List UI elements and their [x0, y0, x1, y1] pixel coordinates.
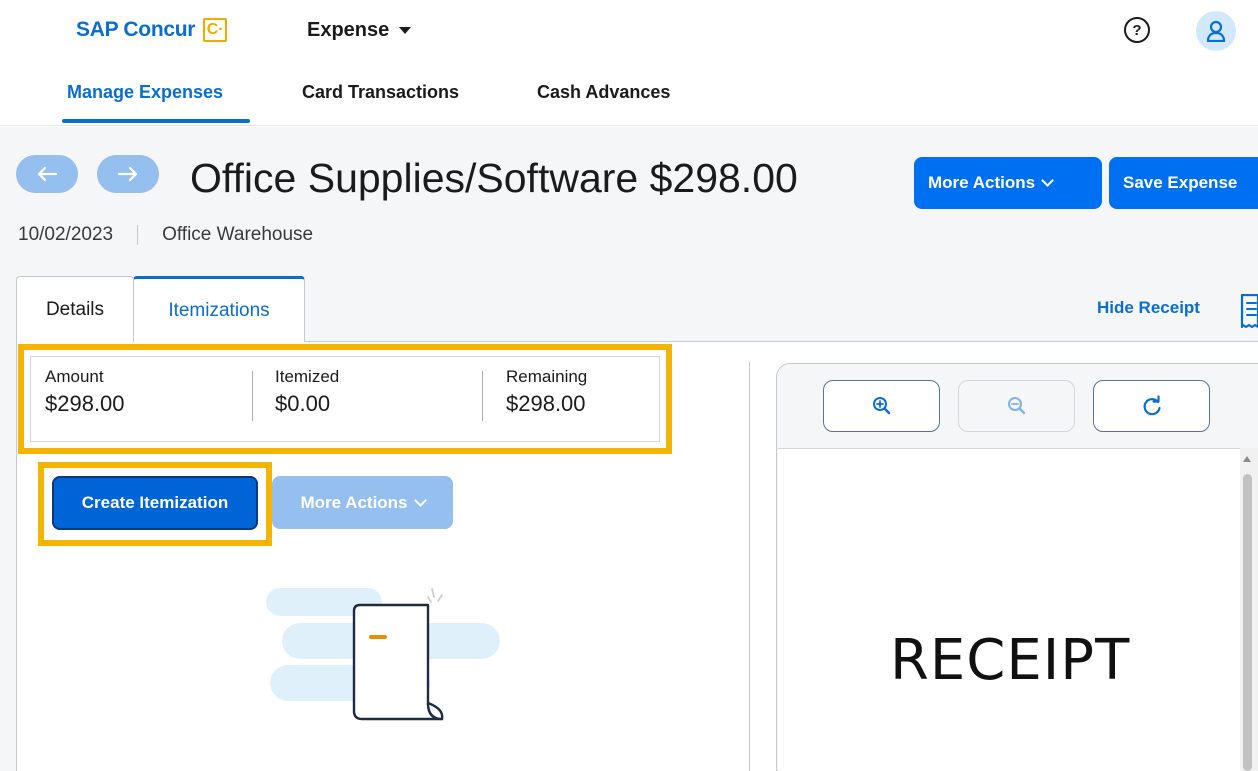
remaining-value: $298.00 [506, 391, 586, 416]
amount-column: Amount $298.00 [45, 367, 125, 417]
tab-manage-expenses[interactable]: Manage Expenses [67, 82, 223, 103]
itemized-label: Itemized [275, 367, 340, 386]
itemization-more-actions-button[interactable]: More Actions [272, 476, 453, 529]
app-window: SAP Concur C· Expense ? Manage Expenses … [0, 0, 1258, 771]
remaining-column: Remaining $298.00 [506, 367, 587, 417]
tab-card-transactions[interactable]: Card Transactions [302, 82, 459, 103]
zoom-out-icon [1007, 397, 1025, 415]
brand-name: SAP Concur [76, 18, 196, 41]
expense-date: 10/02/2023 [18, 224, 114, 245]
tab-cash-advances[interactable]: Cash Advances [537, 82, 670, 103]
itemized-column: Itemized $0.00 [275, 367, 339, 417]
more-actions-label: More Actions [928, 173, 1036, 192]
scrollbar-thumb[interactable] [1243, 474, 1252, 771]
rotate-button[interactable] [1093, 380, 1210, 432]
receipt-image-text: RECEIPT [890, 628, 1131, 693]
concur-mark-icon: C· [203, 18, 228, 42]
page-title: Office Supplies/Software $298.00 [190, 155, 798, 201]
zoom-out-button[interactable] [958, 380, 1075, 432]
receipt-image [778, 448, 1242, 771]
tab-details[interactable]: Details [16, 276, 134, 342]
active-tab-indicator [62, 119, 250, 123]
meta-divider [137, 224, 139, 245]
tab-itemizations[interactable]: Itemizations [133, 276, 305, 342]
panel-splitter[interactable] [749, 362, 750, 771]
expense-meta: 10/02/2023 Office Warehouse [18, 224, 313, 246]
save-expense-button[interactable]: Save Expense [1109, 157, 1258, 209]
arrow-right-icon [117, 166, 138, 182]
zoom-in-button[interactable] [823, 380, 940, 432]
arrow-left-icon [37, 166, 58, 182]
help-circle-icon[interactable]: ? [1124, 17, 1150, 43]
app-switcher-label: Expense [307, 19, 390, 41]
avatar[interactable] [1196, 11, 1236, 51]
chevron-down-icon [1041, 174, 1054, 187]
next-expense-button[interactable] [97, 155, 159, 193]
create-itemization-button[interactable]: Create Itemization [52, 476, 258, 530]
hide-receipt-link[interactable]: Hide Receipt [1097, 298, 1200, 318]
user-icon [1206, 20, 1226, 42]
itemization-summary: Amount $298.00 Itemized $0.00 Remaining … [18, 344, 672, 454]
sap-concur-logo[interactable]: SAP Concur C· [76, 18, 228, 42]
receipt-icon[interactable] [1238, 294, 1258, 328]
chevron-down-icon [413, 493, 427, 507]
app-switcher-dropdown[interactable]: Expense [307, 19, 412, 42]
top-bar: SAP Concur C· Expense ? Manage Expenses … [0, 0, 1258, 126]
amount-label: Amount [45, 367, 104, 386]
rotate-icon [1143, 395, 1161, 416]
amount-value: $298.00 [45, 391, 125, 416]
expense-vendor: Office Warehouse [162, 224, 314, 245]
save-expense-label: Save Expense [1123, 173, 1238, 192]
itemized-value: $0.00 [275, 391, 331, 416]
empty-itemizations-illustration [266, 588, 500, 721]
previous-expense-button[interactable] [16, 155, 78, 193]
summary-divider [482, 371, 483, 421]
summary-divider [252, 371, 253, 421]
summary-card: Amount $298.00 Itemized $0.00 Remaining … [30, 356, 660, 442]
zoom-in-icon [872, 397, 890, 415]
scroll-up-arrow-icon[interactable] [1243, 456, 1251, 462]
caret-down-icon [399, 27, 412, 34]
remaining-label: Remaining [506, 367, 588, 386]
itemization-more-actions-label: More Actions [300, 492, 408, 512]
more-actions-button[interactable]: More Actions [914, 157, 1102, 209]
